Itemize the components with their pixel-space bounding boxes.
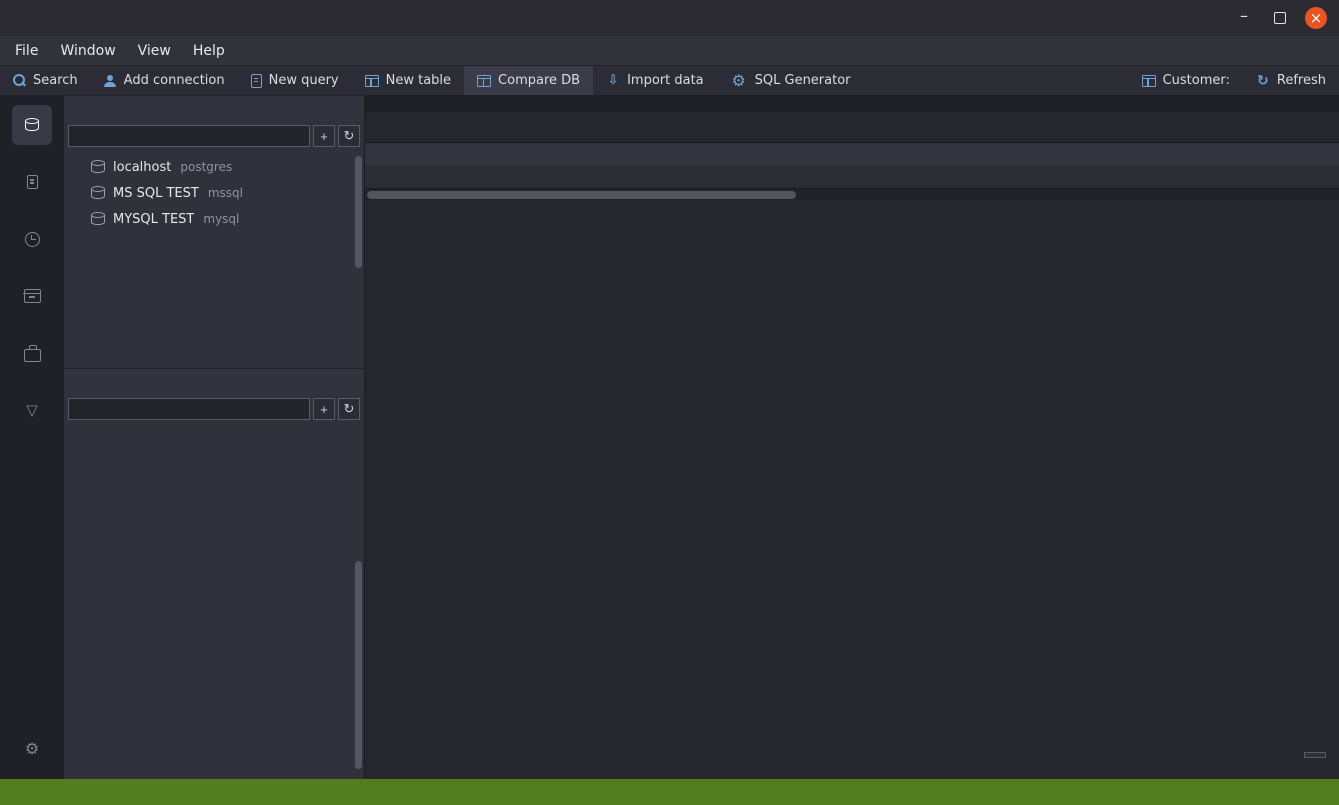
funnel-icon xyxy=(24,402,40,418)
archive-icon xyxy=(24,289,41,303)
icon-sidebar xyxy=(0,95,64,779)
grid-header xyxy=(365,143,1339,166)
add-table-button[interactable] xyxy=(313,398,335,420)
search-icon xyxy=(13,74,26,87)
db-icon xyxy=(25,118,40,133)
tables-header xyxy=(64,368,364,395)
file-icon xyxy=(27,175,38,189)
toolbar-item-label: Refresh xyxy=(1277,73,1326,88)
toolbar-add-connection[interactable]: Add connection xyxy=(91,66,238,95)
add-connection-icon xyxy=(104,75,117,87)
connection-search-input[interactable] xyxy=(68,125,310,147)
sidebar-cell-data[interactable] xyxy=(12,390,52,430)
toolbar-refresh[interactable]: Refresh xyxy=(1243,66,1339,95)
minimize-button[interactable] xyxy=(1233,7,1255,29)
connection-name: localhost xyxy=(113,160,171,175)
db-icon xyxy=(91,160,106,175)
tables-list xyxy=(64,423,364,779)
titlebar xyxy=(0,0,1339,36)
toolbar-sql-generator[interactable]: SQL Generator xyxy=(717,66,864,95)
sidebar-archive[interactable] xyxy=(12,276,52,316)
window-controls xyxy=(1233,7,1339,29)
connection-name: MS SQL TEST xyxy=(113,186,199,201)
menu-file[interactable]: File xyxy=(4,36,49,65)
data-grid xyxy=(365,143,1339,779)
toolbar-customer[interactable]: Customer: xyxy=(1129,66,1243,95)
file-tabs xyxy=(365,112,1339,143)
refresh-icon xyxy=(1256,74,1270,88)
add-connection-button[interactable] xyxy=(313,125,335,147)
scrollbar-thumb[interactable] xyxy=(367,191,796,199)
close-button[interactable] xyxy=(1305,7,1327,29)
new-query-icon xyxy=(251,74,262,88)
sql-generator-icon xyxy=(730,72,748,90)
dbgate-app: FileWindowViewHelp Search Add connection N… xyxy=(0,0,1339,805)
connection-name: MYSQL TEST xyxy=(113,212,194,227)
connections-search-row xyxy=(64,122,364,150)
connections-list: localhost postgres MS SQL TEST mssql MYSQL T… xyxy=(64,150,364,368)
sidebar-connections[interactable] xyxy=(12,105,52,145)
new-table-icon xyxy=(365,75,379,87)
toolbar-new-table[interactable]: New table xyxy=(352,66,464,95)
connection-localhost[interactable]: localhost postgres xyxy=(64,154,364,180)
maximize-button[interactable] xyxy=(1269,7,1291,29)
connections-header xyxy=(64,95,364,122)
compare-db-icon xyxy=(477,75,491,87)
toolbar-item-label: New table xyxy=(386,73,451,88)
case-icon xyxy=(24,349,41,362)
toolbar-item-label: SQL Generator xyxy=(755,73,851,88)
db-icon xyxy=(91,186,106,201)
selection-stats xyxy=(1304,752,1326,758)
menu-help[interactable]: Help xyxy=(182,36,236,65)
toolbar-item-label: Customer: xyxy=(1163,73,1230,88)
toolbar-item-label: New query xyxy=(269,73,339,88)
connection-mysql-test[interactable]: MYSQL TEST mysql xyxy=(64,206,364,232)
content-area xyxy=(365,95,1339,779)
status-bar xyxy=(0,779,1339,805)
engine-label: postgres xyxy=(180,160,232,174)
grid-filter-row xyxy=(365,166,1339,188)
toolbar-item-label: Search xyxy=(33,73,78,88)
tables-search-input[interactable] xyxy=(68,398,310,420)
grid-empty-space xyxy=(365,200,1339,779)
menu-window[interactable]: Window xyxy=(49,36,126,65)
menu-view[interactable]: View xyxy=(127,36,182,65)
database-tabs xyxy=(365,95,1339,112)
tables-search-row xyxy=(64,395,364,423)
connection-ms-sql-test[interactable]: MS SQL TEST mssql xyxy=(64,180,364,206)
sidebar-settings[interactable] xyxy=(12,729,52,769)
toolbar: Search Add connection New query New table Co… xyxy=(0,65,1339,95)
clock-icon xyxy=(25,232,40,247)
engine-label: mssql xyxy=(208,186,243,200)
toolbar-left: Search Add connection New query New table Co… xyxy=(0,66,864,95)
engine-label: mysql xyxy=(203,212,239,226)
sidebar-plugins[interactable] xyxy=(12,333,52,373)
toolbar-new-query[interactable]: New query xyxy=(238,66,352,95)
toolbar-compare-db[interactable]: Compare DB xyxy=(464,66,593,95)
horizontal-scrollbar[interactable] xyxy=(365,188,1339,200)
toolbar-item-label: Compare DB xyxy=(498,73,580,88)
toolbar-item-label: Import data xyxy=(627,73,704,88)
import-data-icon xyxy=(606,74,620,88)
refresh-tables-button[interactable] xyxy=(338,398,360,420)
table-icon xyxy=(1142,75,1156,87)
left-panel: localhost postgres MS SQL TEST mssql MYSQL T… xyxy=(64,95,365,779)
sidebar-history[interactable] xyxy=(12,219,52,259)
toolbar-search[interactable]: Search xyxy=(0,66,91,95)
menu-bar: FileWindowViewHelp xyxy=(0,36,1339,65)
toolbar-import-data[interactable]: Import data xyxy=(593,66,717,95)
toolbar-item-label: Add connection xyxy=(124,73,225,88)
main-area: localhost postgres MS SQL TEST mssql MYSQL T… xyxy=(0,95,1339,779)
db-icon xyxy=(91,212,106,227)
gear-icon xyxy=(23,740,41,758)
refresh-connections-button[interactable] xyxy=(338,125,360,147)
toolbar-right: Customer: Refresh xyxy=(1129,66,1339,95)
sidebar-files[interactable] xyxy=(12,162,52,202)
